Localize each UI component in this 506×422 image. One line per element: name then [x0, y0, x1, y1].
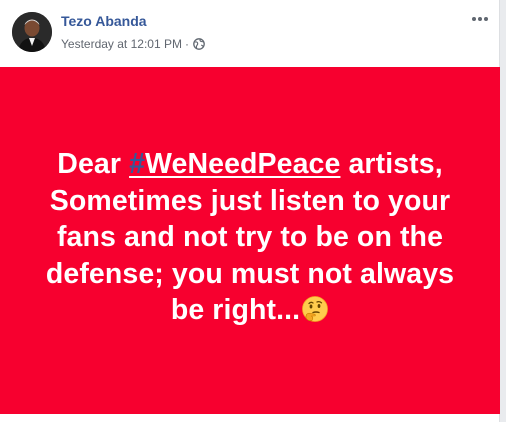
thinking-face-icon	[301, 295, 329, 323]
post-text-banner: Dear #WeNeedPeace artists, Sometimes jus…	[0, 67, 500, 414]
hashtag-symbol: #	[129, 148, 146, 181]
message-line-3: fans and not try to be on the	[56, 221, 444, 254]
globe-icon[interactable]	[193, 38, 205, 50]
post-timestamp[interactable]: Yesterday at 12:01 PM	[61, 37, 182, 51]
author-name[interactable]: Tezo Abanda	[61, 13, 147, 29]
post-header: Tezo Abanda Yesterday at 12:01 PM ·	[0, 0, 500, 67]
message-greeting: Dear	[57, 148, 130, 181]
more-options-icon	[472, 17, 488, 21]
meta-separator: ·	[184, 37, 189, 51]
message-line-5: be right...	[170, 294, 301, 327]
message-line-1-rest: artists,	[340, 148, 443, 181]
post-message: Dear #WeNeedPeace artists, Sometimes jus…	[30, 146, 470, 329]
hashtag-word: WeNeedPeace	[145, 148, 341, 181]
more-options-button[interactable]	[470, 12, 490, 26]
message-line-2: Sometimes just listen to your	[49, 184, 451, 217]
post-meta: Yesterday at 12:01 PM ·	[61, 36, 205, 52]
profile-photo-icon	[12, 12, 52, 52]
avatar[interactable]	[12, 12, 52, 52]
hashtag-link[interactable]: #WeNeedPeace	[129, 148, 340, 180]
message-line-4: defense; you must not always	[45, 257, 455, 290]
post-card: Tezo Abanda Yesterday at 12:01 PM · Dear…	[0, 0, 500, 422]
